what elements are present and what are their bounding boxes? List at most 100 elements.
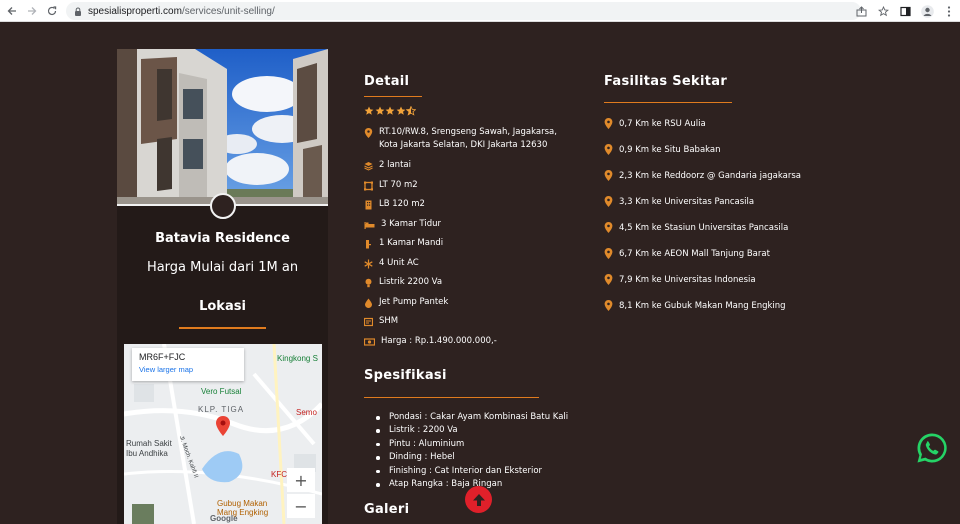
- detail-item: 4 Unit AC: [364, 257, 419, 270]
- menu-dots-icon[interactable]: [938, 0, 960, 22]
- certificate-icon: [364, 317, 373, 327]
- bath-icon: [366, 240, 371, 249]
- fasilitas-item: 0,9 Km ke Situ Babakan: [604, 144, 721, 155]
- spec-item: Listrik : 2200 Va: [376, 424, 568, 437]
- fasilitas-item-text: 0,9 Km ke Situ Babakan: [619, 144, 721, 155]
- map-label: Semo: [296, 408, 317, 417]
- profile-avatar-icon[interactable]: [916, 0, 938, 22]
- url-host: spesialisproperti.com: [88, 5, 182, 17]
- bulb-icon: [365, 278, 372, 288]
- lokasi-heading: Lokasi: [199, 299, 246, 314]
- google-logo: Google: [210, 514, 238, 523]
- location-pin-icon: [604, 118, 613, 129]
- fasilitas-underline: [604, 102, 732, 103]
- side-panel-icon[interactable]: [894, 0, 916, 22]
- spesifikasi-list: Pondasi : Cakar Ayam Kombinasi Batu Kali…: [376, 411, 568, 491]
- arrow-up-icon: [472, 493, 485, 506]
- location-pin-icon: [604, 170, 613, 181]
- spec-item: Finishing : Cat Interior dan Eksterior: [376, 465, 568, 478]
- share-icon[interactable]: [850, 0, 872, 22]
- map-label: Vero Futsal: [201, 387, 242, 396]
- bookmark-star-icon[interactable]: [872, 0, 894, 22]
- page-content: Batavia Residence Harga Mulai dari 1M an…: [0, 22, 960, 524]
- spec-item: Pondasi : Cakar Ayam Kombinasi Batu Kali: [376, 411, 568, 424]
- location-pin-icon: [604, 222, 613, 233]
- detail-address: RT.10/RW.8, Srengseng Sawah, Jagakarsa, …: [364, 126, 557, 152]
- detail-item: SHM: [364, 315, 398, 328]
- layers-icon: [364, 162, 373, 171]
- star-icon: [385, 106, 395, 115]
- map-zoom-in-button[interactable]: +: [287, 468, 315, 492]
- bed-icon: [364, 221, 375, 229]
- fasilitas-item: 6,7 Km ke AEON Mall Tanjung Barat: [604, 248, 770, 259]
- address-line-1: RT.10/RW.8, Srengseng Sawah, Jagakarsa,: [379, 127, 557, 137]
- back-icon[interactable]: [2, 0, 22, 22]
- building-icon: [365, 200, 372, 210]
- detail-item-text: 2 lantai: [379, 160, 411, 170]
- detail-item-text: LB 120 m2: [379, 199, 425, 209]
- address-bar[interactable]: spesialisproperti.com/services/unit-sell…: [66, 2, 861, 20]
- map-plus-code: MR6F+FJC: [139, 352, 186, 362]
- snowflake-icon: [364, 259, 373, 268]
- spec-item: Pintu : Aluminium: [376, 438, 568, 451]
- google-map[interactable]: MR6F+FJC View larger map Kingkong S Vero…: [124, 344, 322, 524]
- detail-underline: [364, 96, 422, 97]
- map-pin-icon[interactable]: [216, 416, 230, 436]
- location-pin-icon: [604, 300, 613, 311]
- fasilitas-item-text: 6,7 Km ke AEON Mall Tanjung Barat: [619, 248, 770, 259]
- water-drop-icon: [365, 298, 372, 308]
- detail-heading: Detail: [364, 74, 410, 89]
- location-pin-icon: [604, 274, 613, 285]
- star-rating: [364, 106, 417, 116]
- fasilitas-item: 2,3 Km ke Reddoorz @ Gandaria jagakarsa: [604, 170, 801, 181]
- detail-item-text: Listrik 2200 Va: [379, 277, 443, 287]
- browser-toolbar: spesialisproperti.com/services/unit-sell…: [0, 0, 960, 22]
- scroll-to-top-button[interactable]: [465, 486, 492, 513]
- detail-item: 2 lantai: [364, 159, 411, 172]
- detail-item: Listrik 2200 Va: [364, 276, 442, 289]
- fasilitas-item: 4,5 Km ke Stasiun Universitas Pancasila: [604, 222, 788, 233]
- fasilitas-item: 0,7 Km ke RSU Aulia: [604, 118, 706, 129]
- detail-item-text: LT 70 m2: [379, 179, 418, 190]
- fasilitas-item-text: 4,5 Km ke Stasiun Universitas Pancasila: [619, 222, 789, 233]
- detail-item: 3 Kamar Tidur: [364, 218, 441, 231]
- map-label: KFC: [271, 470, 287, 479]
- map-label: Ibu Andhika: [126, 449, 168, 458]
- fasilitas-item: 8,1 Km ke Gubuk Makan Mang Engking: [604, 300, 786, 311]
- location-pin-icon: [604, 248, 613, 259]
- location-pin-icon: [604, 144, 613, 155]
- fasilitas-item-text: 0,7 Km ke RSU Aulia: [619, 118, 706, 129]
- map-label: Rumah Sakit: [126, 439, 172, 448]
- detail-item-text: SHM: [379, 316, 399, 326]
- map-label: Gubug Makan: [217, 499, 268, 508]
- map-zoom-out-button[interactable]: −: [287, 494, 315, 518]
- area-icon: [364, 181, 373, 190]
- fasilitas-item-text: 7,9 Km ke Universitas Indonesia: [619, 274, 756, 285]
- whatsapp-button[interactable]: [915, 431, 949, 465]
- url-path: /services/unit-selling/: [181, 5, 275, 17]
- galeri-heading: Galeri: [364, 502, 410, 517]
- detail-item: 1 Kamar Mandi: [364, 237, 443, 250]
- money-icon: [364, 337, 375, 346]
- lock-icon: [75, 7, 81, 16]
- map-info-box: MR6F+FJC View larger map: [132, 348, 244, 381]
- view-larger-map-link[interactable]: View larger map: [139, 365, 237, 374]
- map-label: Kingkong S: [277, 354, 318, 363]
- property-price: Harga Mulai dari 1M an: [146, 260, 299, 275]
- spec-item: Dinding : Hebel: [376, 451, 568, 464]
- lokasi-underline: [179, 327, 266, 329]
- address-line-2: Kota Jakarta Selatan, DKI Jakarta 12630: [379, 140, 548, 150]
- detail-item-text: Harga : Rp.1.490.000.000,-: [381, 335, 497, 346]
- property-photo[interactable]: [117, 49, 328, 206]
- forward-icon[interactable]: [22, 0, 42, 22]
- property-title: Batavia Residence: [155, 231, 290, 246]
- location-pin-icon: [364, 128, 373, 138]
- star-icon: [396, 106, 405, 115]
- star-icon: [375, 106, 384, 115]
- star-icon: [364, 106, 374, 115]
- reload-icon[interactable]: [42, 0, 62, 22]
- detail-item-text: 1 Kamar Mandi: [379, 238, 444, 248]
- fasilitas-heading: Fasilitas Sekitar: [604, 74, 728, 89]
- gallery-thumbnail-icon[interactable]: [210, 193, 236, 219]
- fasilitas-item: 3,3 Km ke Universitas Pancasila: [604, 196, 754, 207]
